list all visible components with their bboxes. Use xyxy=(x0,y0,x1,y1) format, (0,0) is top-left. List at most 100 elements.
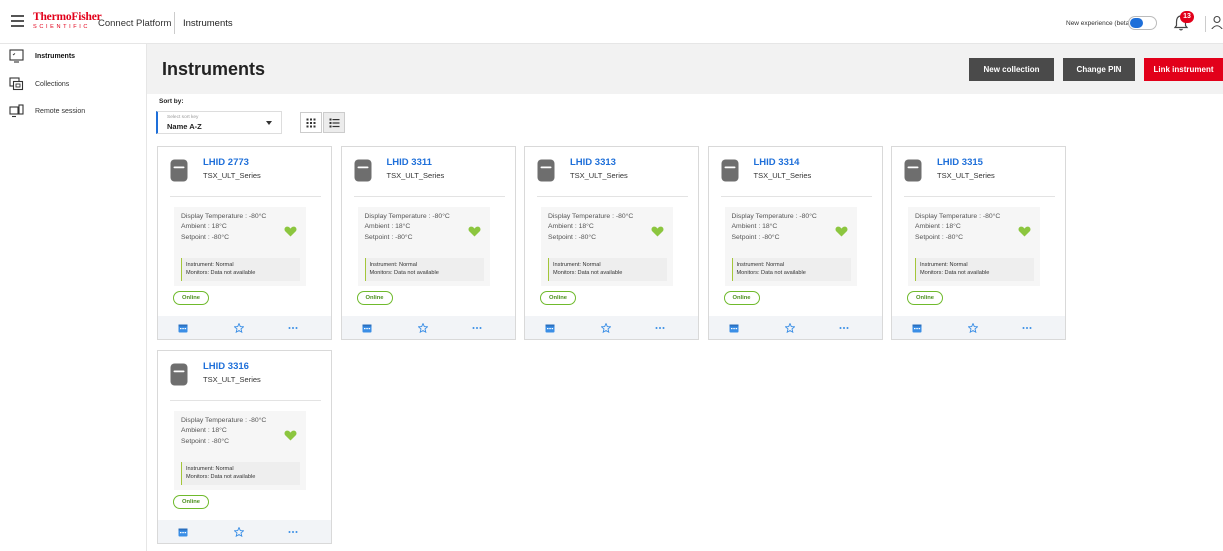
instrument-name[interactable]: LHID 3314 xyxy=(754,157,800,168)
sidebar-item-instruments[interactable]: Instruments xyxy=(0,47,147,67)
sort-select[interactable]: Select sort key Name A-Z xyxy=(156,111,282,134)
more-options-icon[interactable] xyxy=(288,527,298,537)
readings-panel: Display Temperature : -80°C Ambient : 18… xyxy=(357,207,490,286)
instrument-series: TSX_ULT_Series xyxy=(203,171,261,180)
heart-icon xyxy=(284,226,297,237)
brand-logo[interactable]: ThermoFisher SCIENTIFIC xyxy=(33,11,102,30)
list-view-button[interactable] xyxy=(323,112,345,133)
instrument-name[interactable]: LHID 3315 xyxy=(937,157,983,168)
calendar-icon[interactable] xyxy=(362,323,372,333)
star-icon[interactable] xyxy=(968,323,978,333)
calendar-icon[interactable] xyxy=(545,323,555,333)
status-panel: Instrument: Normal Monitors: Data not av… xyxy=(181,258,300,281)
more-options-icon[interactable] xyxy=(839,323,849,333)
monitors-status: Monitors: Data not available xyxy=(736,270,806,276)
instrument-name[interactable]: LHID 3313 xyxy=(570,157,616,168)
star-icon[interactable] xyxy=(601,323,611,333)
more-options-icon[interactable] xyxy=(288,323,298,333)
sidebar-item-remote-session[interactable]: Remote session xyxy=(0,102,147,122)
more-options-icon[interactable] xyxy=(655,323,665,333)
instrument-status: Instrument: Normal xyxy=(553,262,601,268)
readings-panel: Display Temperature : -80°C Ambient : 18… xyxy=(908,207,1040,286)
instrument-series: TSX_ULT_Series xyxy=(386,171,445,180)
monitors-status: Monitors: Data not available xyxy=(186,474,256,480)
grid-icon xyxy=(306,118,316,127)
divider xyxy=(170,196,321,197)
monitors-status: Monitors: Data not available xyxy=(553,270,623,276)
link-instrument-button[interactable]: Link instrument xyxy=(1144,58,1223,81)
display-temperature: Display Temperature : -80°C xyxy=(915,213,1001,220)
instrument-series: TSX_ULT_Series xyxy=(937,171,995,180)
readings-panel: Display Temperature : -80°C Ambient : 18… xyxy=(174,207,306,286)
more-options-icon[interactable] xyxy=(1022,323,1032,333)
beta-toggle[interactable] xyxy=(1128,16,1157,30)
instrument-card[interactable]: LHID 3315 TSX_ULT_Series Display Tempera… xyxy=(891,146,1066,340)
sort-value: Name A-Z xyxy=(167,122,202,131)
monitors-status: Monitors: Data not available xyxy=(920,270,990,276)
card-footer xyxy=(158,316,331,339)
instrument-card[interactable]: LHID 3311 TSX_ULT_Series Display Tempera… xyxy=(340,146,516,340)
online-badge: Online xyxy=(540,291,576,305)
instrument-name[interactable]: LHID 3316 xyxy=(203,361,249,372)
ambient-temperature: Ambient : 18°C xyxy=(915,223,961,230)
monitor-icon xyxy=(9,49,24,63)
instrument-card[interactable]: LHID 3313 TSX_ULT_Series Display Tempera… xyxy=(524,146,699,340)
menu-icon[interactable] xyxy=(11,15,24,27)
online-badge: Online xyxy=(907,291,943,305)
top-bar: ThermoFisher SCIENTIFIC Connect Platform… xyxy=(0,0,1223,44)
status-panel: Instrument: Normal Monitors: Data not av… xyxy=(364,258,484,281)
card-footer xyxy=(892,316,1065,339)
ambient-temperature: Ambient : 18°C xyxy=(731,223,778,230)
breadcrumb: Instruments xyxy=(183,18,233,29)
more-options-icon[interactable] xyxy=(472,323,482,333)
change-pin-button[interactable]: Change PIN xyxy=(1063,58,1135,81)
star-icon[interactable] xyxy=(234,323,244,333)
card-footer xyxy=(341,316,515,339)
heart-icon xyxy=(835,226,847,237)
new-collection-button[interactable]: New collection xyxy=(969,58,1054,81)
calendar-icon[interactable] xyxy=(178,323,188,333)
status-panel: Instrument: Normal Monitors: Data not av… xyxy=(181,462,300,485)
star-icon[interactable] xyxy=(784,323,795,333)
instrument-name[interactable]: LHID 2773 xyxy=(203,157,249,168)
collections-icon xyxy=(9,77,24,91)
page-title: Instruments xyxy=(162,59,266,79)
divider xyxy=(537,196,688,197)
setpoint: Setpoint : -80°C xyxy=(181,234,230,241)
star-icon[interactable] xyxy=(234,527,244,537)
user-icon[interactable] xyxy=(1211,15,1223,29)
remote-session-icon xyxy=(9,104,24,118)
star-icon[interactable] xyxy=(417,323,428,333)
sidebar-item-label: Collections xyxy=(35,81,70,88)
status-panel: Instrument: Normal Monitors: Data not av… xyxy=(915,258,1034,281)
grid-view-button[interactable] xyxy=(300,112,322,133)
instrument-card[interactable]: LHID 3316 TSX_ULT_Series Display Tempera… xyxy=(157,350,332,544)
display-temperature: Display Temperature : -80°C xyxy=(364,213,450,220)
readings-panel: Display Temperature : -80°C Ambient : 18… xyxy=(724,207,857,286)
divider xyxy=(720,196,872,197)
display-temperature: Display Temperature : -80°C xyxy=(731,213,817,220)
divider xyxy=(170,400,321,401)
instrument-card[interactable]: LHID 3314 TSX_ULT_Series Display Tempera… xyxy=(707,146,883,340)
calendar-icon[interactable] xyxy=(912,323,922,333)
online-badge: Online xyxy=(723,291,760,305)
display-temperature: Display Temperature : -80°C xyxy=(181,213,267,220)
freezer-icon xyxy=(170,159,188,182)
instrument-series: TSX_ULT_Series xyxy=(753,171,812,180)
divider xyxy=(174,12,175,34)
ambient-temperature: Ambient : 18°C xyxy=(548,223,594,230)
setpoint: Setpoint : -80°C xyxy=(181,438,230,445)
instrument-status: Instrument: Normal xyxy=(920,262,968,268)
setpoint: Setpoint : -80°C xyxy=(915,234,964,241)
setpoint: Setpoint : -80°C xyxy=(548,234,597,241)
instrument-name[interactable]: LHID 3311 xyxy=(387,157,432,168)
instrument-series: TSX_ULT_Series xyxy=(203,375,261,384)
calendar-icon[interactable] xyxy=(729,323,739,333)
calendar-icon[interactable] xyxy=(178,527,188,537)
online-badge: Online xyxy=(173,291,209,305)
instrument-card[interactable]: LHID 2773 TSX_ULT_Series Display Tempera… xyxy=(157,146,332,340)
freezer-icon xyxy=(904,159,922,182)
instrument-status: Instrument: Normal xyxy=(186,466,234,472)
sidebar-item-collections[interactable]: Collections xyxy=(0,75,147,95)
monitors-status: Monitors: Data not available xyxy=(369,270,439,276)
